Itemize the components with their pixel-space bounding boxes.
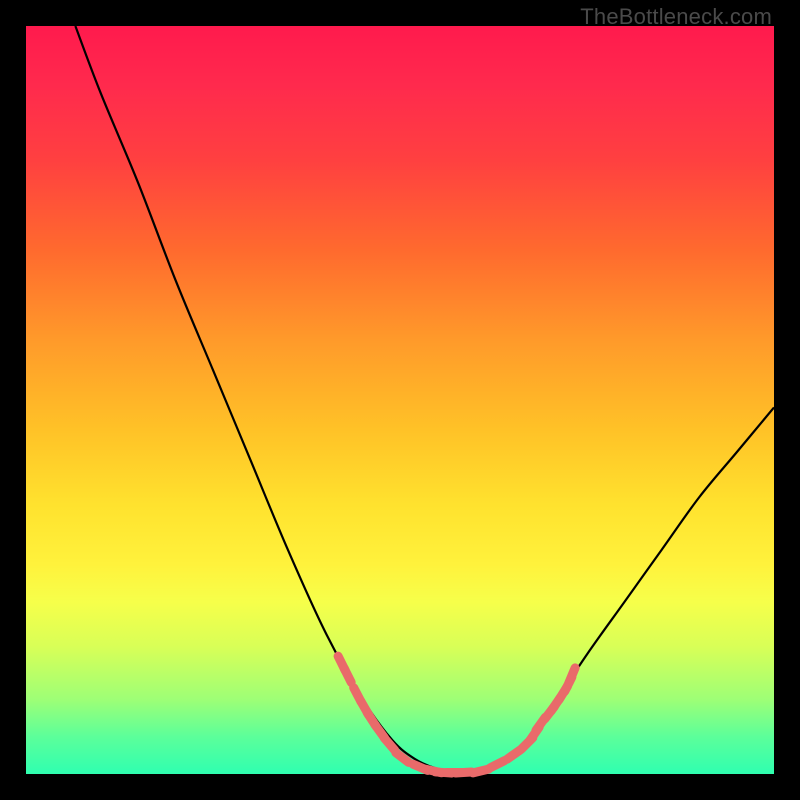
bottleneck-curve-path: [75, 26, 774, 773]
highlight-dashes-group: [338, 656, 575, 773]
curve-svg: [26, 26, 774, 774]
highlight-dash: [569, 668, 575, 683]
highlight-dash: [344, 668, 351, 682]
plot-area: [26, 26, 774, 774]
highlight-dash: [490, 761, 504, 768]
chart-container: TheBottleneck.com: [0, 0, 800, 800]
